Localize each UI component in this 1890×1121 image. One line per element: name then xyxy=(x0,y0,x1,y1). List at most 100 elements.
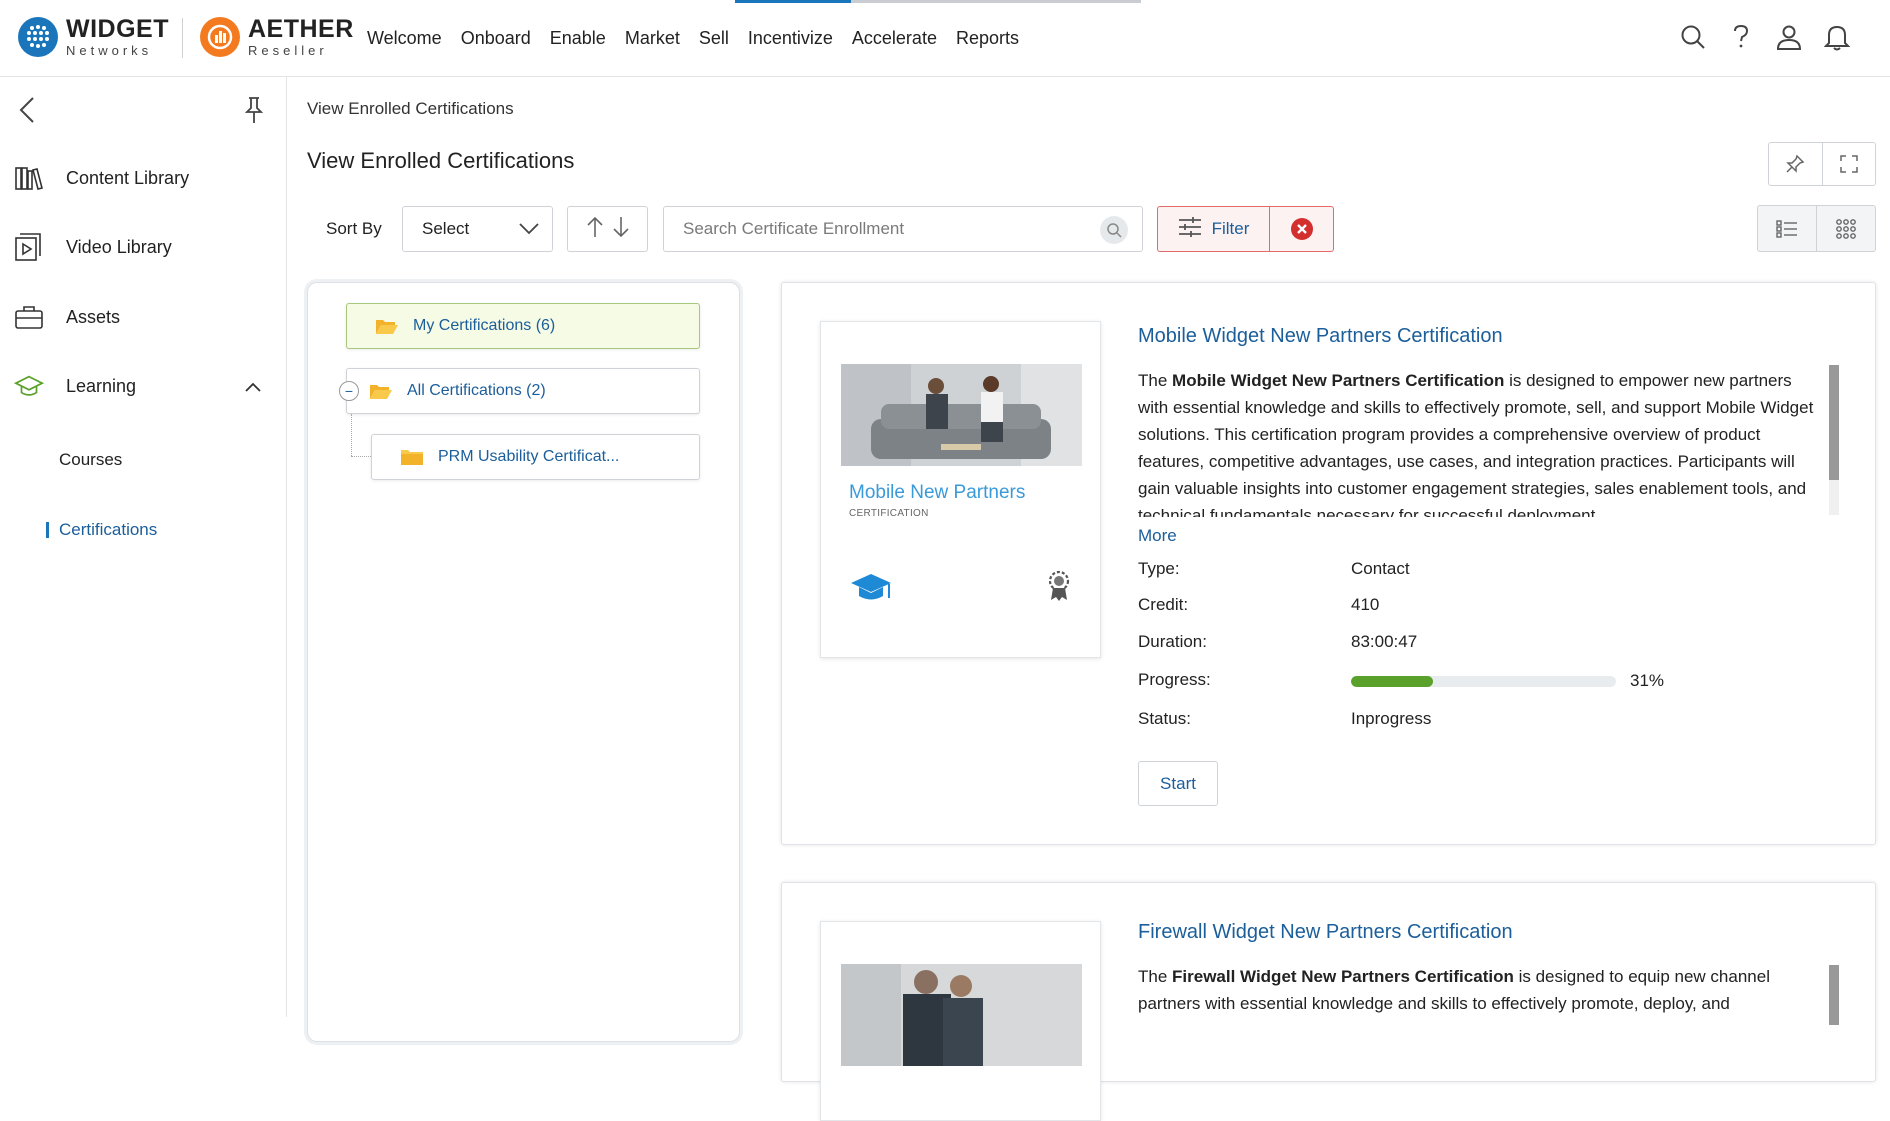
nav-reports[interactable]: Reports xyxy=(956,28,1019,49)
nav-welcome[interactable]: Welcome xyxy=(367,28,442,49)
nav-sell[interactable]: Sell xyxy=(699,28,729,49)
award-icon xyxy=(1047,570,1071,607)
sidebar-item-label: Assets xyxy=(66,306,121,327)
open-folder-icon xyxy=(369,382,393,400)
tree-node-label: My Certifications (6) xyxy=(413,317,556,334)
sidebar-item-courses[interactable]: Courses xyxy=(59,450,122,470)
description-bold: Mobile Widget New Partners Certification xyxy=(1172,371,1505,390)
graduation-cap-icon xyxy=(14,371,44,401)
start-button[interactable]: Start xyxy=(1138,761,1218,806)
list-view-icon[interactable] xyxy=(1758,206,1816,251)
fullscreen-icon[interactable] xyxy=(1821,143,1876,185)
pin-sidebar-icon[interactable] xyxy=(244,96,264,129)
progress-bar xyxy=(1351,676,1616,687)
pin-page-icon[interactable] xyxy=(1769,143,1822,185)
description-prefix: The xyxy=(1138,371,1173,390)
tree-connector xyxy=(351,456,371,457)
sort-select[interactable]: Select xyxy=(402,206,553,252)
folder-icon xyxy=(400,448,424,466)
sort-direction-toggle[interactable] xyxy=(567,206,648,252)
top-actions xyxy=(1680,22,1850,52)
more-link[interactable]: More xyxy=(1138,526,1177,546)
description-prefix: The xyxy=(1138,967,1173,986)
credit-label: Credit: xyxy=(1138,595,1189,614)
nav-onboard[interactable]: Onboard xyxy=(461,28,531,49)
tree-node-my-certifications[interactable]: My Certifications (6) xyxy=(346,303,700,349)
arrow-up-icon[interactable] xyxy=(586,216,604,243)
clear-filter-button[interactable] xyxy=(1270,207,1333,251)
tree-node-all-certifications[interactable]: All Certifications (2) xyxy=(346,368,700,414)
description-scrollbar[interactable] xyxy=(1829,365,1839,515)
top-bar: WIDGET Networks AETHER Reseller Welcome … xyxy=(0,0,1890,77)
nav-market[interactable]: Market xyxy=(625,28,680,49)
close-circle-icon xyxy=(1290,218,1313,240)
nav-enable[interactable]: Enable xyxy=(550,28,606,49)
certification-image xyxy=(841,364,1082,466)
collapse-sidebar-icon[interactable] xyxy=(18,96,36,129)
duration-label: Duration: xyxy=(1138,632,1207,651)
graduation-cap-icon xyxy=(849,572,893,609)
search-input[interactable] xyxy=(663,206,1143,252)
sidebar-item-learning[interactable]: Learning xyxy=(14,371,264,401)
sidebar-item-content-library[interactable]: Content Library xyxy=(14,163,189,193)
description-scrollbar[interactable] xyxy=(1829,965,1839,1025)
certification-title[interactable]: Mobile Widget New Partners Certification xyxy=(1138,325,1503,348)
search-icon[interactable] xyxy=(1100,216,1128,244)
widget-brand-name: WIDGET xyxy=(66,15,169,43)
aether-logo[interactable]: AETHER Reseller xyxy=(200,17,354,57)
duration-value: 83:00:47 xyxy=(1351,632,1418,651)
page-actions xyxy=(1768,142,1876,186)
arrow-down-icon[interactable] xyxy=(612,216,630,243)
aether-brand-sub: Reseller xyxy=(248,43,328,58)
description-bold: Firewall Widget New Partners Certificati… xyxy=(1172,967,1514,986)
tree-node-label: PRM Usability Certificat... xyxy=(438,448,620,465)
certification-thumbnail[interactable]: Mobile New Partners CERTIFICATION xyxy=(820,321,1101,658)
thumbnail-title: Mobile New Partners xyxy=(849,482,1026,503)
certification-image xyxy=(841,964,1082,1066)
type-value: Contact xyxy=(1351,559,1410,578)
search-icon[interactable] xyxy=(1680,22,1706,52)
nav-incentivize[interactable]: Incentivize xyxy=(748,28,833,49)
sidebar-item-assets[interactable]: Assets xyxy=(14,302,120,332)
bell-icon[interactable] xyxy=(1824,22,1850,52)
nav-accelerate[interactable]: Accelerate xyxy=(852,28,937,49)
sidebar: Content Library Video Library Assets Lea… xyxy=(0,77,287,1017)
brand-divider xyxy=(182,18,183,58)
sort-label: Sort By xyxy=(326,219,382,238)
progress-percent: 31% xyxy=(1630,671,1665,690)
chevron-up-icon[interactable] xyxy=(244,377,262,398)
certification-title[interactable]: Firewall Widget New Partners Certificati… xyxy=(1138,921,1513,944)
user-icon[interactable] xyxy=(1776,22,1802,52)
sort-select-value: Select xyxy=(422,219,470,238)
aether-brand-name: AETHER xyxy=(248,15,354,43)
widget-logo[interactable]: WIDGET Networks xyxy=(18,17,169,57)
active-indicator xyxy=(46,522,49,538)
tree-node-prm-usability[interactable]: PRM Usability Certificat... xyxy=(371,434,700,480)
progress-fill xyxy=(1351,676,1434,687)
tree-node-label: All Certifications (2) xyxy=(407,382,546,399)
credit-value: 410 xyxy=(1351,595,1380,614)
certification-thumbnail[interactable] xyxy=(820,921,1101,1121)
certification-description: The Firewall Widget New Partners Certifi… xyxy=(1138,963,1823,1019)
nav-active-indicator xyxy=(735,0,1141,3)
grid-view-icon[interactable] xyxy=(1816,206,1875,251)
main-nav: Welcome Onboard Enable Market Sell Incen… xyxy=(367,28,1038,49)
collapse-node-icon[interactable]: − xyxy=(339,381,359,401)
filter-label: Filter xyxy=(1211,219,1250,238)
sidebar-item-label: Content Library xyxy=(66,167,190,188)
tree-connector xyxy=(351,414,352,456)
widget-brand-sub: Networks xyxy=(66,43,153,58)
filter-group: Filter xyxy=(1157,206,1334,252)
help-icon[interactable] xyxy=(1728,22,1754,52)
sliders-icon xyxy=(1178,216,1202,243)
status-label: Status: xyxy=(1138,709,1191,728)
certification-card: Mobile New Partners CERTIFICATION Mobile… xyxy=(781,282,1876,845)
books-icon xyxy=(14,163,44,193)
aether-logo-icon xyxy=(200,17,240,57)
sidebar-item-label: Learning xyxy=(66,375,137,396)
breadcrumb: View Enrolled Certifications xyxy=(307,99,514,118)
filter-button[interactable]: Filter xyxy=(1158,207,1270,251)
open-folder-icon xyxy=(375,317,399,335)
sidebar-item-video-library[interactable]: Video Library xyxy=(14,232,172,262)
sidebar-item-certifications[interactable]: Certifications xyxy=(59,520,157,540)
